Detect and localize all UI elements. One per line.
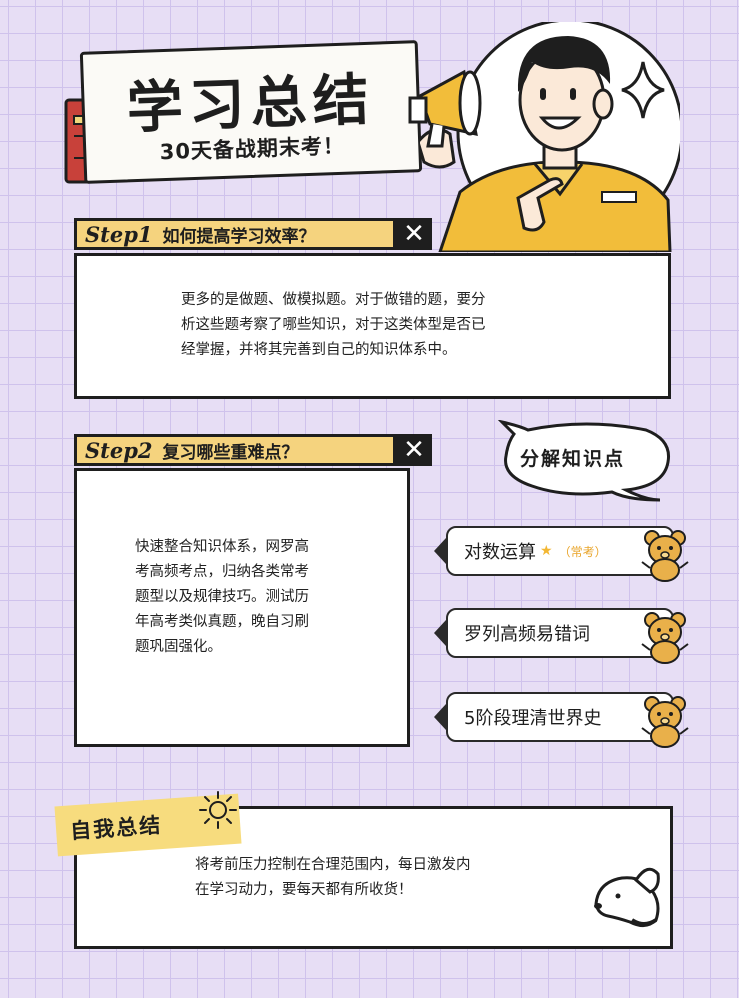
step1-line: 更多的是做题、做模拟题。对于做错的题，要分 (181, 292, 486, 308)
sun-icon (198, 790, 238, 834)
step2-line: 年高考类似真题，晚自习刷 (135, 614, 309, 630)
bear-icon (640, 528, 692, 586)
step2-header: Step2 复习哪些重难点？ (74, 434, 396, 466)
step2-tag: Step2 (85, 437, 153, 463)
knowledge-item-label: 对数运算 (464, 542, 536, 563)
summary-line: 在学习动力，要每天都有所收货！ (195, 882, 413, 898)
step2-body: 快速整合知识体系，网罗高 考高频考点，归纳各类常考 题型以及规律技巧。测试历 年… (135, 535, 309, 660)
step2-question: 复习哪些重难点？ (162, 442, 299, 463)
summary-body: 将考前压力控制在合理范围内，每日激发内 在学习动力，要每天都有所收货！ (195, 853, 471, 903)
megaphone-icon (402, 62, 492, 156)
step1-body: 更多的是做题、做模拟题。对于做错的题，要分 析这些题考察了哪些知识，对于这类体型… (181, 288, 486, 363)
step1-close-icon[interactable]: ✕ (396, 218, 432, 250)
knowledge-item-label: 5阶段理清世界史 (464, 708, 602, 729)
step1-tag: Step1 (85, 221, 153, 247)
knowledge-tab-notch (434, 620, 446, 646)
bear-icon (640, 610, 692, 668)
step1-line: 析这些题考察了哪些知识，对于这类体型是否已 (181, 317, 486, 333)
title-card: 学习总结 30天备战期末考！ (79, 40, 423, 184)
step1-header: Step1 如何提高学习效率？ (74, 218, 396, 250)
step2-close-icon[interactable]: ✕ (396, 434, 432, 466)
knowledge-tab-notch (434, 704, 446, 730)
knowledge-item-label: 罗列高频易错词 (464, 624, 590, 645)
knowledge-tab-notch (434, 538, 446, 564)
summary-line: 将考前压力控制在合理范围内，每日激发内 (195, 857, 471, 873)
bear-icon (640, 694, 692, 752)
step2-line: 题巩固强化。 (135, 639, 222, 655)
knowledge-bubble-label: 分解知识点 (520, 448, 626, 470)
step2-line: 快速整合知识体系，网罗高 (135, 539, 309, 555)
step1-question: 如何提高学习效率？ (162, 226, 316, 247)
dog-icon (588, 858, 668, 942)
step2-line: 考高频考点，归纳各类常考 (135, 564, 309, 580)
step1-line: 经掌握，并将其完善到自己的知识体系中。 (181, 342, 457, 358)
step2-card: 快速整合知识体系，网罗高 考高频考点，归纳各类常考 题型以及规律技巧。测试历 年… (74, 468, 410, 747)
sparkle-icon (620, 60, 666, 124)
step1-card: 更多的是做题、做模拟题。对于做错的题，要分 析这些题考察了哪些知识，对于这类体型… (74, 253, 671, 399)
knowledge-item-hint: （常考） (558, 544, 607, 559)
star-icon: ★ (540, 543, 553, 559)
step2-line: 题型以及规律技巧。测试历 (135, 589, 309, 605)
